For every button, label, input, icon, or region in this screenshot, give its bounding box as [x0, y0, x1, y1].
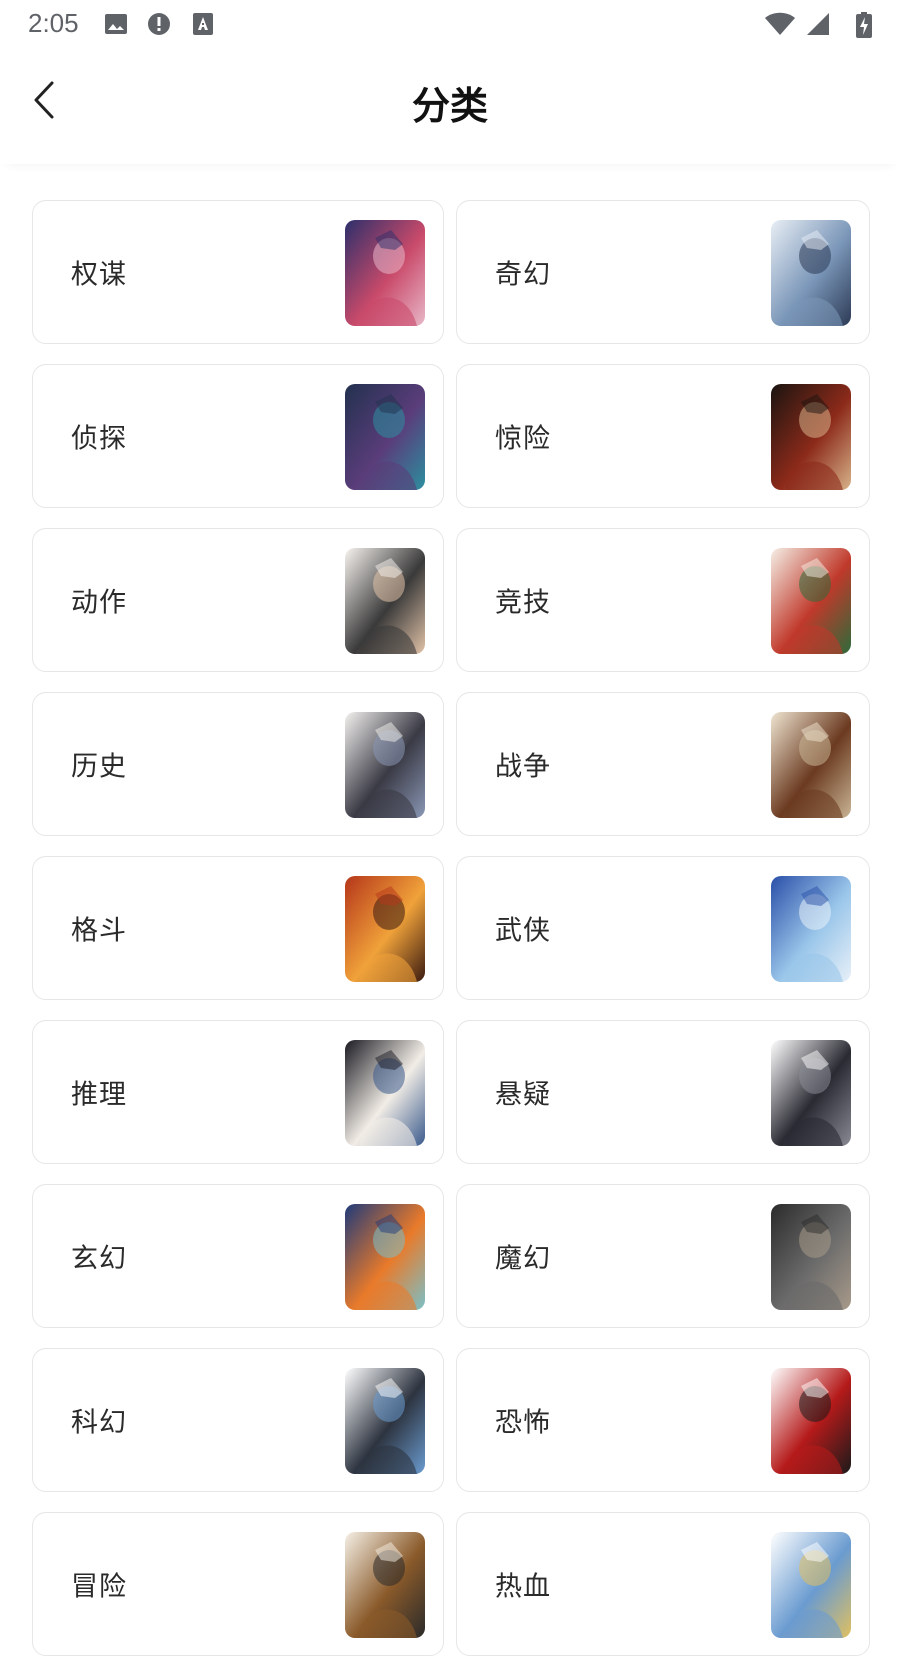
category-thumbnail [345, 1040, 425, 1146]
category-label: 历史 [71, 751, 127, 783]
category-label: 热血 [495, 1571, 551, 1603]
category-card[interactable]: 惊险 [456, 364, 870, 508]
category-thumbnail [345, 1204, 425, 1310]
category-thumbnail [345, 1532, 425, 1638]
category-card[interactable]: 竞技 [456, 528, 870, 672]
category-card[interactable]: 科幻 [32, 1348, 444, 1492]
category-thumbnail [771, 1204, 851, 1310]
battery-charging-icon [856, 12, 872, 38]
category-thumbnail [771, 1532, 851, 1638]
category-label: 惊险 [495, 423, 551, 455]
category-card[interactable]: 侦探 [32, 364, 444, 508]
status-bar: 2:05 [0, 0, 900, 48]
category-thumbnail [345, 712, 425, 818]
category-label: 魔幻 [495, 1243, 551, 1275]
category-thumbnail [345, 876, 425, 982]
category-thumbnail [771, 384, 851, 490]
category-label: 科幻 [71, 1407, 127, 1439]
category-label: 推理 [71, 1079, 127, 1111]
wifi-icon [764, 12, 796, 36]
category-card[interactable]: 恐怖 [456, 1348, 870, 1492]
category-card[interactable]: 奇幻 [456, 200, 870, 344]
category-grid: 权谋 奇幻侦探 惊险动作 竞技历史 战争格斗 武侠推理 悬疑玄幻 魔幻科幻 恐怖冒险 热血 [32, 200, 870, 1656]
alert-icon [147, 12, 171, 36]
category-label: 悬疑 [495, 1079, 551, 1111]
status-time: 2:05 [28, 8, 79, 38]
category-thumbnail [771, 1040, 851, 1146]
category-card[interactable]: 动作 [32, 528, 444, 672]
category-thumbnail [345, 1368, 425, 1474]
category-label: 恐怖 [495, 1407, 551, 1439]
category-label: 冒险 [71, 1571, 127, 1603]
category-thumbnail [771, 548, 851, 654]
category-card[interactable]: 武侠 [456, 856, 870, 1000]
category-thumbnail [771, 220, 851, 326]
category-label: 动作 [71, 587, 127, 619]
category-card[interactable]: 格斗 [32, 856, 444, 1000]
category-label: 侦探 [71, 423, 127, 455]
category-label: 奇幻 [495, 259, 551, 291]
signal-icon [806, 12, 830, 36]
category-card[interactable]: 玄幻 [32, 1184, 444, 1328]
category-label: 玄幻 [71, 1243, 127, 1275]
category-label: 武侠 [495, 915, 551, 947]
category-card[interactable]: 热血 [456, 1512, 870, 1656]
image-icon [104, 12, 128, 36]
category-card[interactable]: 权谋 [32, 200, 444, 344]
category-card[interactable]: 推理 [32, 1020, 444, 1164]
category-card[interactable]: 历史 [32, 692, 444, 836]
category-thumbnail [345, 384, 425, 490]
category-thumbnail [771, 1368, 851, 1474]
category-card[interactable]: 战争 [456, 692, 870, 836]
page-title: 分类 [411, 84, 488, 128]
category-thumbnail [345, 548, 425, 654]
category-card[interactable]: 魔幻 [456, 1184, 870, 1328]
category-label: 战争 [495, 751, 551, 783]
category-label: 权谋 [71, 259, 127, 291]
category-label: 竞技 [495, 587, 551, 619]
category-thumbnail [771, 876, 851, 982]
category-card[interactable]: 悬疑 [456, 1020, 870, 1164]
category-thumbnail [345, 220, 425, 326]
category-thumbnail [771, 712, 851, 818]
font-download-icon [191, 12, 215, 36]
category-label: 格斗 [71, 915, 127, 947]
category-card[interactable]: 冒险 [32, 1512, 444, 1656]
app-header: 分类 [0, 48, 900, 164]
